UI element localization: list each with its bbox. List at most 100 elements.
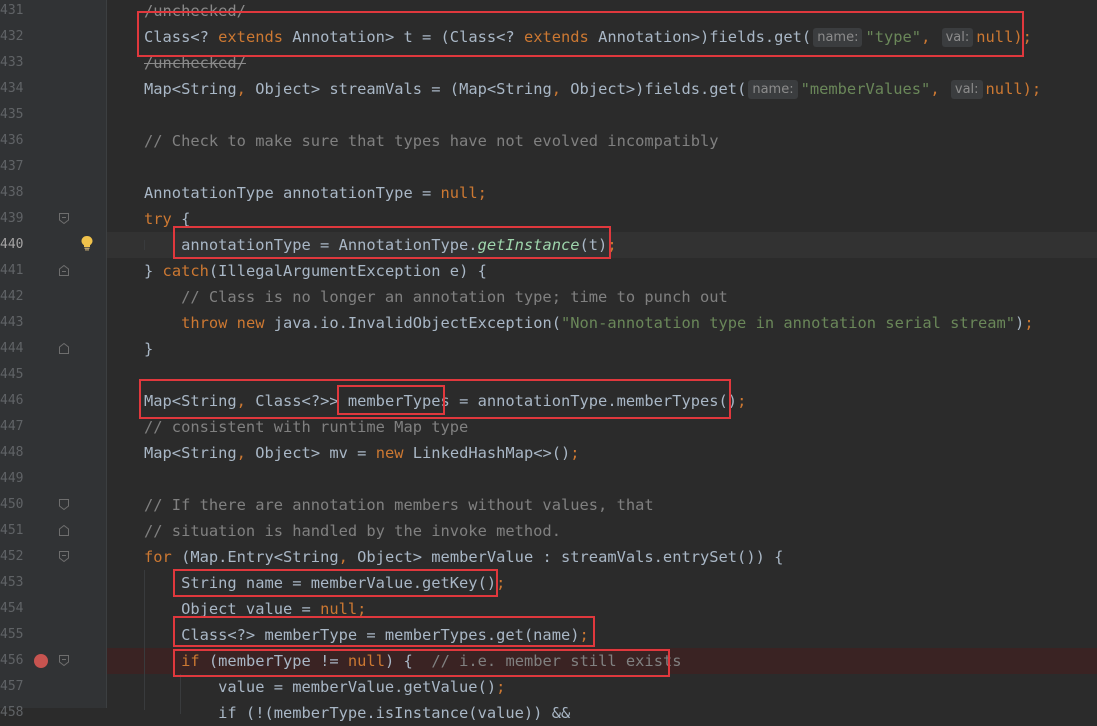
code-line[interactable]: 446 Map<String, Class<?>> memberTypes = a… — [0, 388, 1097, 414]
code-token: (IllegalArgumentException e) { — [208, 262, 487, 280]
code-line[interactable]: 448 Map<String, Object> mv = new LinkedHa… — [0, 440, 1097, 466]
code-line[interactable]: 452 for (Map.Entry<String, Object> member… — [0, 544, 1097, 570]
code-line[interactable]: 444} — [0, 336, 1097, 362]
code-token: // Check to make sure that types have no… — [144, 132, 719, 150]
line-number: 455 — [0, 627, 24, 642]
code-line[interactable]: 449 — [0, 466, 1097, 492]
line-number: 438 — [0, 185, 24, 200]
code-text: Map<String, Class<?>> memberTypes = anno… — [144, 388, 746, 414]
code-token: ; — [570, 444, 580, 462]
fold-marker-icon[interactable] — [59, 499, 69, 510]
fold-marker-icon[interactable] — [59, 343, 69, 354]
code-token: Annotation> t = (Class<? — [283, 28, 524, 46]
code-token: annotationType = AnnotationType. — [144, 236, 478, 254]
line-number: 450 — [0, 497, 24, 512]
code-line[interactable]: 434 Map<String, Object> streamVals = (Map… — [0, 76, 1097, 102]
line-number: 441 — [0, 263, 24, 278]
code-text: for (Map.Entry<String, Object> memberVal… — [144, 544, 783, 570]
code-token: , — [236, 80, 256, 98]
code-line[interactable]: 438 AnnotationType annotationType = null; — [0, 180, 1097, 206]
code-line[interactable]: 458 if (!(memberType.isInstance(value)) … — [0, 700, 1097, 726]
code-token: // situation is handled by the invoke me… — [144, 522, 561, 540]
code-token: for — [144, 548, 172, 566]
code-token: ; — [579, 626, 589, 644]
code-token: { — [171, 210, 191, 228]
line-number: 440 — [0, 237, 24, 252]
line-number: 435 — [0, 107, 24, 122]
code-token: try — [144, 210, 172, 228]
code-line[interactable]: 440 annotationType = AnnotationType.getI… — [0, 232, 1097, 258]
code-token: /unchecked/ — [144, 2, 246, 20]
code-text: AnnotationType annotationType = null; — [144, 180, 487, 206]
code-token: // consistent with runtime Map type — [144, 418, 469, 436]
code-line[interactable]: 432 Class<? extends Annotation> t = (Clas… — [0, 24, 1097, 50]
code-line[interactable]: 439 try { — [0, 206, 1097, 232]
code-token: Class<?> memberType = memberTypes.get(na… — [144, 626, 580, 644]
code-text: value = memberValue.getValue(); — [144, 674, 505, 700]
line-number: 446 — [0, 393, 24, 408]
code-token: ) — [1015, 314, 1025, 332]
code-token: if — [181, 652, 200, 670]
fold-marker-icon[interactable] — [59, 265, 69, 276]
line-number: 451 — [0, 523, 24, 538]
code-token: null; — [320, 600, 367, 618]
code-line[interactable]: 451 // situation is handled by the invoke… — [0, 518, 1097, 544]
code-line[interactable]: 436 // Check to make sure that types have… — [0, 128, 1097, 154]
fold-marker-icon[interactable] — [59, 525, 69, 536]
code-line[interactable]: 445 — [0, 362, 1097, 388]
code-token: ; — [1024, 314, 1034, 332]
line-number: 454 — [0, 601, 24, 616]
code-line[interactable]: 457 value = memberValue.getValue(); — [0, 674, 1097, 700]
code-text: // Check to make sure that types have no… — [144, 128, 719, 154]
code-text: try { — [144, 206, 190, 232]
line-number: 437 — [0, 159, 24, 174]
parameter-hint: val: — [941, 28, 974, 47]
code-token: Class<?>> memberTypes = annotationType.m… — [255, 392, 738, 410]
line-number: 442 — [0, 289, 24, 304]
code-token: /unchecked/ — [144, 54, 246, 72]
code-line[interactable]: 454 Object value = null; — [0, 596, 1097, 622]
line-number: 449 — [0, 471, 24, 486]
code-token: null; — [440, 184, 487, 202]
lightbulb-icon[interactable] — [80, 235, 94, 251]
code-text: /unchecked/ — [144, 50, 246, 76]
code-text: // consistent with runtime Map type — [144, 414, 468, 440]
line-number: 453 — [0, 575, 24, 590]
code-token: extends — [218, 28, 284, 46]
code-token: Object> mv = — [255, 444, 376, 462]
code-token: value = memberValue.getValue() — [144, 678, 497, 696]
code-token: Object value = — [144, 600, 321, 618]
fold-marker-icon[interactable] — [59, 213, 69, 224]
fold-marker-icon[interactable] — [59, 551, 69, 562]
code-line[interactable]: 433/unchecked/ — [0, 50, 1097, 76]
code-line[interactable]: 435 — [0, 102, 1097, 128]
code-text: // If there are annotation members witho… — [144, 492, 654, 518]
code-token: Map<String — [144, 444, 237, 462]
code-token: , — [236, 444, 256, 462]
fold-marker-icon[interactable] — [59, 655, 69, 666]
parameter-hint: val: — [950, 80, 983, 99]
code-line[interactable]: 455 Class<?> memberType = memberTypes.ge… — [0, 622, 1097, 648]
line-number: 444 — [0, 341, 24, 356]
code-line[interactable]: 437 — [0, 154, 1097, 180]
code-text: String name = memberValue.getKey(); — [144, 570, 505, 596]
code-line[interactable]: 450 // If there are annotation members wi… — [0, 492, 1097, 518]
code-line[interactable]: 443 throw new java.io.InvalidObjectExcep… — [0, 310, 1097, 336]
code-line[interactable]: 431/unchecked/ — [0, 0, 1097, 24]
line-number: 456 — [0, 653, 24, 668]
code-token: Object> streamVals = (Map<String — [255, 80, 552, 98]
code-line[interactable]: 453 String name = memberValue.getKey(); — [0, 570, 1097, 596]
code-line[interactable]: 456 if (memberType != null) { // i.e. me… — [0, 648, 1097, 674]
breakpoint-icon[interactable] — [34, 654, 48, 668]
code-line[interactable]: 442 // Class is no longer an annotation … — [0, 284, 1097, 310]
code-line[interactable]: 441} catch(IllegalArgumentException e) { — [0, 258, 1097, 284]
code-token: catch — [162, 262, 209, 280]
code-token: , — [921, 28, 940, 46]
code-token: ); — [1022, 80, 1042, 98]
code-token: } — [144, 340, 154, 358]
code-token: AnnotationType annotationType = — [144, 184, 441, 202]
line-number: 436 — [0, 133, 24, 148]
code-line[interactable]: 447 // consistent with runtime Map type — [0, 414, 1097, 440]
code-token: (memberType != — [199, 652, 348, 670]
